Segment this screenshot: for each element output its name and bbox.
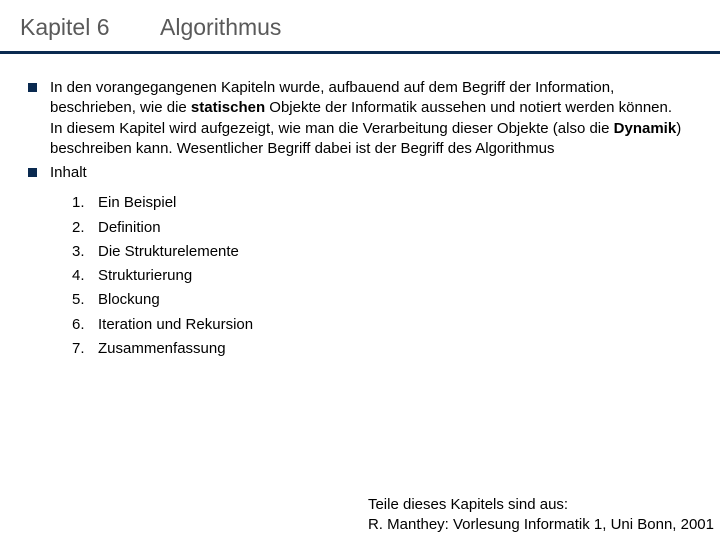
slide-header: Kapitel 6 Algorithmus	[0, 0, 720, 54]
item-text: Blockung	[98, 290, 160, 310]
item-text: Definition	[98, 218, 161, 238]
intro-bold-statischen: statischen	[191, 99, 265, 116]
item-number: 3.	[72, 242, 98, 262]
list-item: 5.Blockung	[72, 288, 692, 312]
footer-line-1: Teile dieses Kapitels sind aus:	[368, 495, 714, 515]
item-text: Strukturierung	[98, 266, 192, 286]
item-text: Zusammenfassung	[98, 339, 226, 359]
slide-body: In den vorangegangenen Kapiteln wurde, a…	[0, 54, 720, 361]
list-item: 2.Definition	[72, 216, 692, 240]
inhalt-label: Inhalt	[50, 164, 87, 181]
list-item: 4.Strukturierung	[72, 264, 692, 288]
chapter-label: Kapitel 6	[20, 14, 150, 41]
intro-text-2a: In diesem Kapitel wird aufgezeigt, wie m…	[50, 120, 614, 137]
intro-bold-dynamik: Dynamik	[614, 120, 677, 137]
bullet-list: In den vorangegangenen Kapiteln wurde, a…	[28, 78, 692, 361]
item-number: 7.	[72, 339, 98, 359]
list-item: 1.Ein Beispiel	[72, 191, 692, 215]
numbered-list: 1.Ein Beispiel 2.Definition 3.Die Strukt…	[72, 191, 692, 361]
item-number: 4.	[72, 266, 98, 286]
page-title: Algorithmus	[160, 14, 281, 41]
item-text: Die Strukturelemente	[98, 242, 239, 262]
list-item: 7.Zusammenfassung	[72, 337, 692, 361]
item-number: 2.	[72, 218, 98, 238]
footer-attribution: Teile dieses Kapitels sind aus: R. Manth…	[368, 495, 714, 534]
list-item: 6.Iteration und Rekursion	[72, 313, 692, 337]
bullet-inhalt: Inhalt 1.Ein Beispiel 2.Definition 3.Die…	[28, 163, 692, 361]
item-number: 1.	[72, 193, 98, 213]
footer-line-2: R. Manthey: Vorlesung Informatik 1, Uni …	[368, 515, 714, 535]
item-text: Iteration und Rekursion	[98, 315, 253, 335]
list-item: 3.Die Strukturelemente	[72, 240, 692, 264]
item-number: 5.	[72, 290, 98, 310]
slide: Kapitel 6 Algorithmus In den vorangegang…	[0, 0, 720, 540]
bullet-intro: In den vorangegangenen Kapiteln wurde, a…	[28, 78, 692, 159]
item-text: Ein Beispiel	[98, 193, 176, 213]
intro-text-1b: Objekte der Informatik aussehen und noti…	[265, 99, 672, 116]
item-number: 6.	[72, 315, 98, 335]
